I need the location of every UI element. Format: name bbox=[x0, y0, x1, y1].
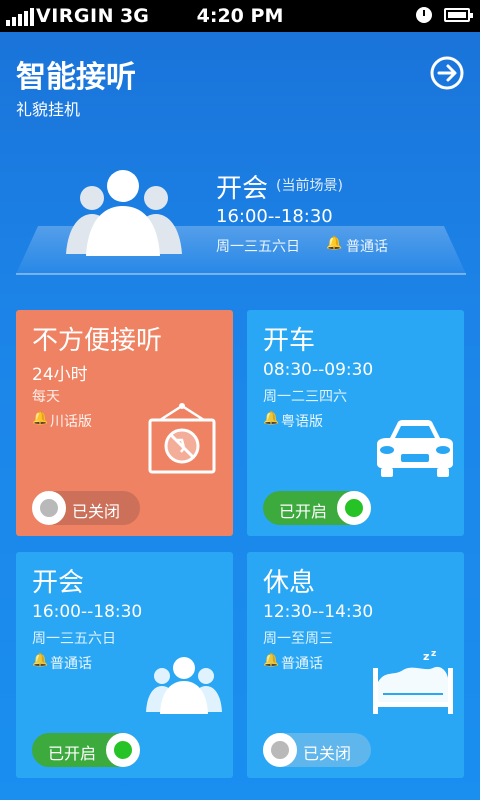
card-voice: 川话版 bbox=[50, 414, 92, 430]
toggle-knob bbox=[263, 733, 297, 767]
scene-card-inconvenient[interactable]: 不方便接听 24小时 每天 🔔 川话版 已关闭 bbox=[16, 310, 233, 536]
card-name: 休息 bbox=[263, 568, 316, 598]
bell-icon: 🔔 bbox=[32, 411, 49, 426]
svg-text:z: z bbox=[423, 650, 429, 663]
card-time: 24小时 bbox=[32, 365, 88, 385]
toggle-knob bbox=[32, 491, 66, 525]
bell-icon: 🔔 bbox=[263, 411, 280, 426]
current-scene-days: 周一三五六日 bbox=[216, 239, 300, 255]
scene-card-meeting[interactable]: 开会 16:00--18:30 周一三五六日 🔔 普通话 已开启 bbox=[16, 552, 233, 778]
scene-card-rest[interactable]: 休息 12:30--14:30 周一至周三 🔔 普通话 z z 已关闭 bbox=[247, 552, 464, 778]
current-scene-voice: 普通话 bbox=[346, 239, 388, 255]
card-name: 不方便接听 bbox=[32, 326, 163, 356]
battery-icon bbox=[444, 8, 473, 22]
card-time: 16:00--18:30 bbox=[32, 602, 143, 622]
toggle-knob bbox=[106, 733, 140, 767]
car-icon bbox=[377, 420, 453, 477]
people-icon bbox=[146, 657, 222, 714]
toggle-label: 已开启 bbox=[48, 744, 97, 763]
scene-card-driving[interactable]: 开车 08:30--09:30 周一二三四六 🔔 粤语版 已开启 bbox=[247, 310, 464, 536]
toggle-label: 已开启 bbox=[279, 502, 328, 521]
clock: 4:20 PM bbox=[196, 5, 284, 27]
svg-text:z: z bbox=[431, 649, 436, 659]
people-icon bbox=[66, 170, 182, 256]
card-time: 08:30--09:30 bbox=[263, 360, 374, 380]
card-days: 每天 bbox=[32, 389, 60, 405]
current-scene-tag: (当前场景) bbox=[276, 178, 343, 194]
bell-icon: 🔔 bbox=[263, 653, 280, 668]
current-scene-time: 16:00--18:30 bbox=[216, 206, 333, 227]
toggle-label: 已关闭 bbox=[303, 744, 352, 763]
card-name: 开车 bbox=[263, 326, 316, 356]
bed-icon: z z bbox=[373, 649, 453, 714]
toggle-knob bbox=[337, 491, 371, 525]
status-bar: VIRGIN 3G 4:20 PM bbox=[0, 0, 480, 32]
scene-toggle[interactable]: 已关闭 bbox=[263, 733, 371, 767]
arrow-right-circle-icon[interactable] bbox=[430, 56, 464, 90]
current-scene-name: 开会 bbox=[216, 174, 269, 204]
card-voice: 粤语版 bbox=[281, 414, 323, 430]
card-days: 周一至周三 bbox=[263, 631, 333, 647]
bell-icon: 🔔 bbox=[326, 236, 343, 251]
card-days: 周一三五六日 bbox=[32, 631, 116, 647]
card-voice: 普通话 bbox=[50, 656, 92, 672]
alarm-icon bbox=[416, 7, 432, 23]
page-title: 智能接听 bbox=[16, 60, 136, 95]
card-name: 开会 bbox=[32, 568, 85, 598]
scene-toggle[interactable]: 已开启 bbox=[32, 733, 140, 767]
card-days: 周一二三四六 bbox=[263, 389, 347, 405]
bell-icon: 🔔 bbox=[32, 653, 49, 668]
card-voice: 普通话 bbox=[281, 656, 323, 672]
card-time: 12:30--14:30 bbox=[263, 602, 374, 622]
page-subtitle[interactable]: 礼貌挂机 bbox=[16, 96, 80, 120]
scene-toggle[interactable]: 已开启 bbox=[263, 491, 371, 525]
scene-toggle[interactable]: 已关闭 bbox=[32, 491, 140, 525]
no-phone-sign-icon bbox=[148, 403, 216, 474]
toggle-label: 已关闭 bbox=[72, 502, 121, 521]
